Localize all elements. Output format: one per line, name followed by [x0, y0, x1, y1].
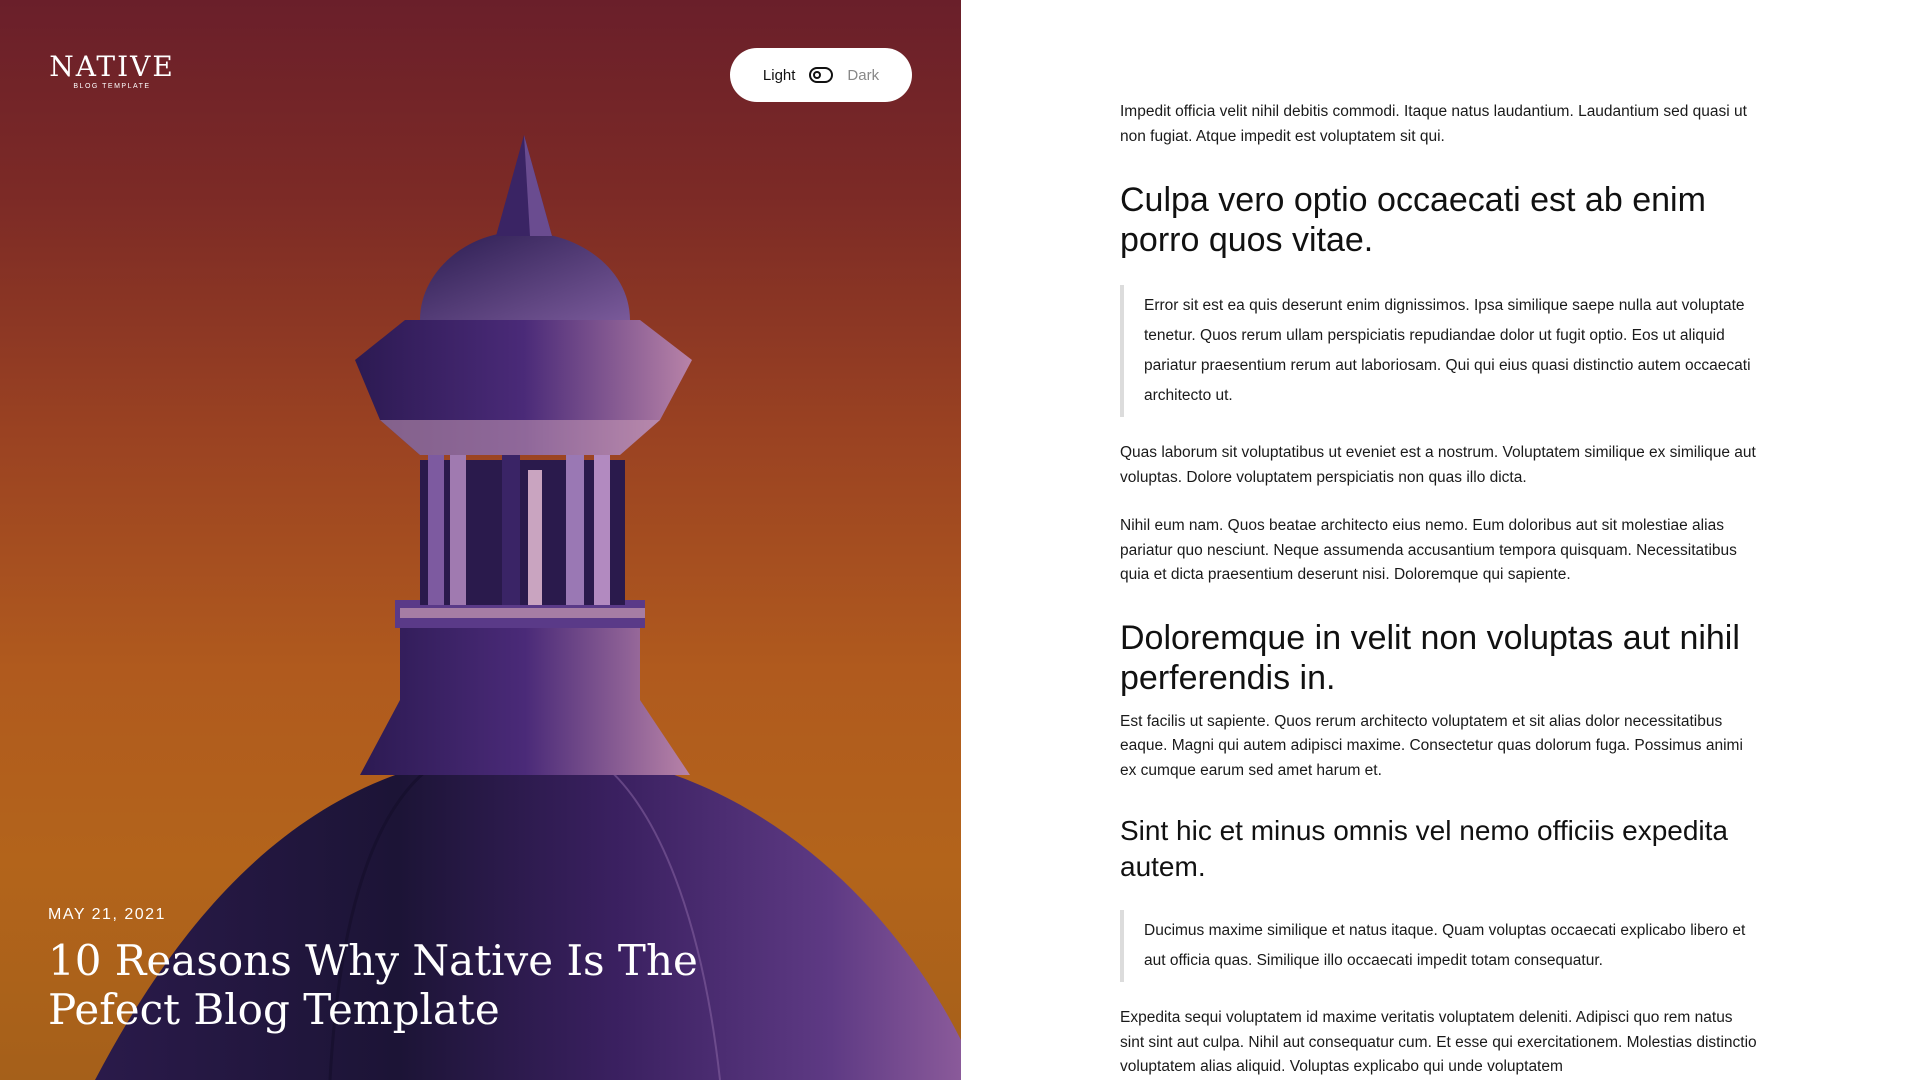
- blockquote: Ducimus maxime similique et natus itaque…: [1120, 910, 1760, 982]
- blockquote: Error sit est ea quis deserunt enim dign…: [1120, 285, 1760, 417]
- blockquote-text: Error sit est ea quis deserunt enim dign…: [1144, 297, 1751, 404]
- article-paragraph: Expedita sequi voluptatem id maxime veri…: [1120, 1009, 1757, 1075]
- article-paragraph: Est facilis ut sapiente. Quos rerum arch…: [1120, 712, 1743, 779]
- article-heading: Culpa vero optio occaecati est ab enim p…: [1120, 181, 1706, 259]
- brand-logo[interactable]: NATIVE BLOG TEMPLATE: [48, 50, 176, 91]
- theme-toggle[interactable]: Light Dark: [730, 48, 912, 102]
- blockquote-text: Ducimus maxime similique et natus itaque…: [1144, 922, 1746, 969]
- theme-dark-label[interactable]: Dark: [847, 67, 879, 84]
- hero-panel: NATIVE BLOG TEMPLATE Light Dark MAY 21, …: [0, 0, 961, 1080]
- article-heading: Doloremque in velit non voluptas aut nih…: [1120, 618, 1740, 697]
- article-body: Impedit officia velit nihil debitis comm…: [1120, 100, 1760, 1080]
- post-date: MAY 21, 2021: [48, 906, 166, 923]
- article-paragraph: Nihil eum nam. Quos beatae architecto ei…: [1120, 517, 1737, 583]
- article-paragraph: Quas laborum sit voluptatibus ut eveniet…: [1120, 444, 1756, 486]
- theme-light-label[interactable]: Light: [763, 67, 796, 84]
- brand-tagline: BLOG TEMPLATE: [73, 83, 151, 90]
- article-heading: Sint hic et minus omnis vel nemo officii…: [1120, 815, 1728, 882]
- brand-name: NATIVE: [49, 50, 175, 83]
- article-intro: Impedit officia velit nihil debitis comm…: [1120, 103, 1747, 145]
- toggle-switch-icon[interactable]: [809, 67, 834, 83]
- post-title: 10 Reasons Why Native Is The Pefect Blog…: [48, 936, 698, 1034]
